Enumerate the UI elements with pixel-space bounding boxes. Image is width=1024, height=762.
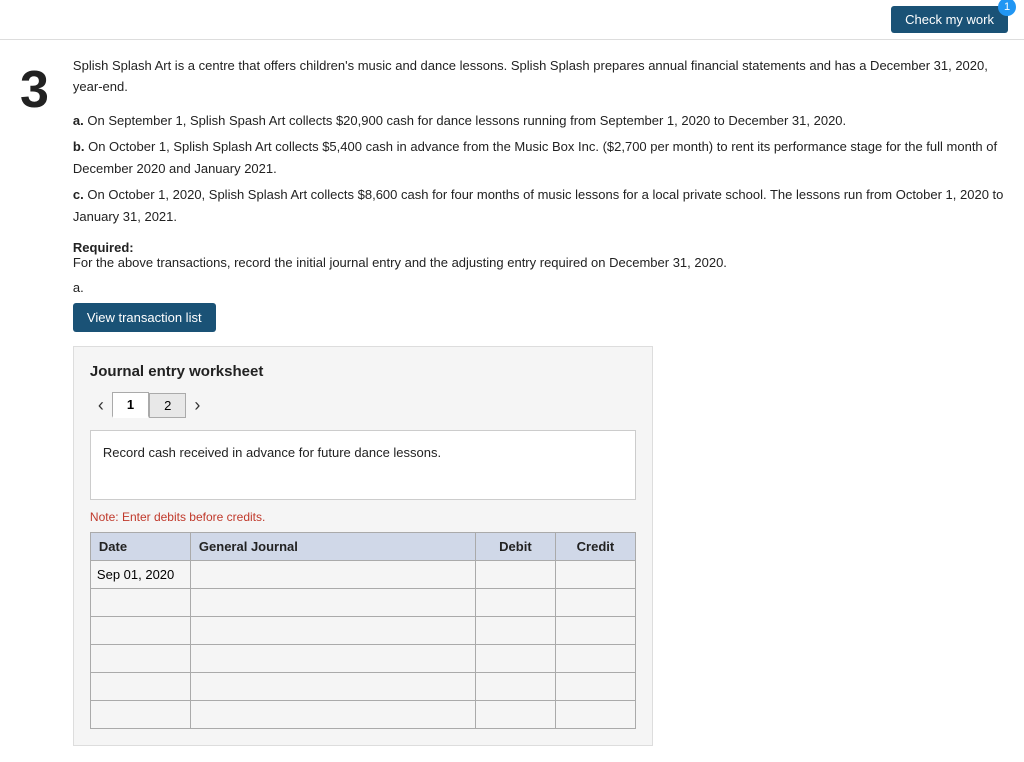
gj-input-4[interactable] xyxy=(191,673,475,700)
header-date: Date xyxy=(90,533,190,561)
date-cell-3[interactable] xyxy=(90,645,190,673)
date-cell-4[interactable] xyxy=(90,673,190,701)
section-label: a. xyxy=(73,280,1004,295)
gj-cell-2[interactable] xyxy=(190,617,475,645)
debit-input-4[interactable] xyxy=(476,673,555,700)
intro-text: Splish Splash Art is a centre that offer… xyxy=(73,56,1004,98)
date-cell-0[interactable] xyxy=(90,561,190,589)
credit-cell-4[interactable] xyxy=(555,673,635,701)
check-work-label: Check my work xyxy=(905,12,994,27)
header-general-journal: General Journal xyxy=(190,533,475,561)
debit-cell-2[interactable] xyxy=(475,617,555,645)
next-tab-button[interactable]: › xyxy=(186,393,208,418)
debit-input-0[interactable] xyxy=(476,561,555,588)
required-label: Required: xyxy=(73,240,134,255)
instruction-text: Record cash received in advance for futu… xyxy=(103,445,441,460)
date-input-2[interactable] xyxy=(91,617,190,644)
top-bar: Check my work 1 xyxy=(0,0,1024,40)
list-item-c: c. On October 1, 2020, Splish Splash Art… xyxy=(73,184,1004,228)
header-debit: Debit xyxy=(475,533,555,561)
credit-cell-1[interactable] xyxy=(555,589,635,617)
check-work-button[interactable]: Check my work 1 xyxy=(891,6,1008,33)
debit-input-2[interactable] xyxy=(476,617,555,644)
date-input-0[interactable] xyxy=(91,561,190,588)
content-area: Splish Splash Art is a centre that offer… xyxy=(73,40,1024,762)
credit-input-1[interactable] xyxy=(556,589,635,616)
date-input-1[interactable] xyxy=(91,589,190,616)
gj-cell-5[interactable] xyxy=(190,701,475,729)
list-item-b: b. On October 1, Splish Splash Art colle… xyxy=(73,136,1004,180)
note-text: Note: Enter debits before credits. xyxy=(90,510,636,524)
list-items: a. On September 1, Splish Spash Art coll… xyxy=(73,110,1004,228)
gj-input-0[interactable] xyxy=(191,561,475,588)
worksheet-container: Journal entry worksheet ‹ 1 2 › Record c… xyxy=(73,346,653,746)
required-section: Required: For the above transactions, re… xyxy=(73,240,1004,270)
prev-tab-button[interactable]: ‹ xyxy=(90,393,112,418)
tab-1-label: 1 xyxy=(127,397,134,412)
gj-input-5[interactable] xyxy=(191,701,475,728)
gj-cell-3[interactable] xyxy=(190,645,475,673)
gj-cell-1[interactable] xyxy=(190,589,475,617)
credit-input-3[interactable] xyxy=(556,645,635,672)
tab-nav: ‹ 1 2 › xyxy=(90,392,636,418)
date-cell-1[interactable] xyxy=(90,589,190,617)
debit-input-1[interactable] xyxy=(476,589,555,616)
table-row xyxy=(90,617,635,645)
main-content: 3 Splish Splash Art is a centre that off… xyxy=(0,40,1024,762)
gj-input-3[interactable] xyxy=(191,645,475,672)
gj-cell-0[interactable] xyxy=(190,561,475,589)
header-credit: Credit xyxy=(555,533,635,561)
table-header-row: Date General Journal Debit Credit xyxy=(90,533,635,561)
journal-table: Date General Journal Debit Credit xyxy=(90,532,636,729)
credit-cell-0[interactable] xyxy=(555,561,635,589)
debit-cell-3[interactable] xyxy=(475,645,555,673)
credit-input-4[interactable] xyxy=(556,673,635,700)
view-transaction-label: View transaction list xyxy=(87,310,202,325)
tab-2-label: 2 xyxy=(164,398,171,413)
credit-cell-2[interactable] xyxy=(555,617,635,645)
gj-input-1[interactable] xyxy=(191,589,475,616)
debit-input-5[interactable] xyxy=(476,701,555,728)
debit-cell-1[interactable] xyxy=(475,589,555,617)
gj-input-2[interactable] xyxy=(191,617,475,644)
required-text: For the above transactions, record the i… xyxy=(73,255,1004,270)
date-input-4[interactable] xyxy=(91,673,190,700)
debit-input-3[interactable] xyxy=(476,645,555,672)
debit-cell-0[interactable] xyxy=(475,561,555,589)
view-transaction-button[interactable]: View transaction list xyxy=(73,303,216,332)
date-input-5[interactable] xyxy=(91,701,190,728)
debit-cell-5[interactable] xyxy=(475,701,555,729)
worksheet-title: Journal entry worksheet xyxy=(90,363,636,380)
tab-2-button[interactable]: 2 xyxy=(149,393,186,418)
table-row xyxy=(90,589,635,617)
list-item-a: a. On September 1, Splish Spash Art coll… xyxy=(73,110,1004,132)
question-number: 3 xyxy=(0,40,73,762)
table-row xyxy=(90,673,635,701)
table-row xyxy=(90,645,635,673)
credit-cell-3[interactable] xyxy=(555,645,635,673)
table-row xyxy=(90,561,635,589)
credit-input-0[interactable] xyxy=(556,561,635,588)
credit-input-2[interactable] xyxy=(556,617,635,644)
date-cell-5[interactable] xyxy=(90,701,190,729)
credit-cell-5[interactable] xyxy=(555,701,635,729)
tab-1-button[interactable]: 1 xyxy=(112,392,149,418)
date-input-3[interactable] xyxy=(91,645,190,672)
gj-cell-4[interactable] xyxy=(190,673,475,701)
table-row xyxy=(90,701,635,729)
credit-input-5[interactable] xyxy=(556,701,635,728)
notification-badge: 1 xyxy=(998,0,1016,16)
debit-cell-4[interactable] xyxy=(475,673,555,701)
date-cell-2[interactable] xyxy=(90,617,190,645)
instruction-box: Record cash received in advance for futu… xyxy=(90,430,636,500)
